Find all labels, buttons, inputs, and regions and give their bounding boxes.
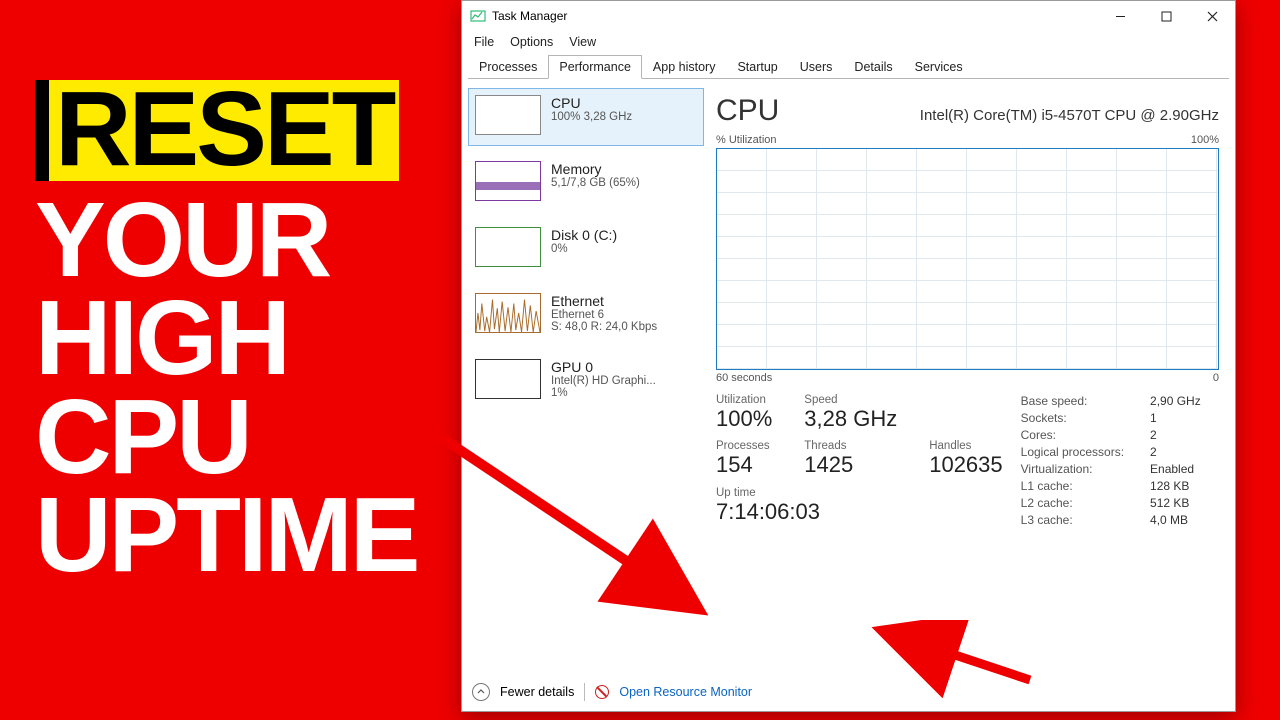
l2-cache-value: 512 KB xyxy=(1150,496,1201,510)
base-speed-value: 2,90 GHz xyxy=(1150,394,1201,408)
task-manager-window: Task Manager File Options View Processes… xyxy=(461,0,1236,712)
chart-label-br: 0 xyxy=(1213,372,1219,384)
l3-cache-value: 4,0 MB xyxy=(1150,513,1201,527)
handles-label: Handles xyxy=(929,440,1002,452)
no-entry-icon xyxy=(595,685,609,699)
sidebar-cpu-sub: 100% 3,28 GHz xyxy=(551,111,632,123)
l1-cache-label: L1 cache: xyxy=(1021,479,1124,493)
sidebar-memory-sub: 5,1/7,8 GB (65%) xyxy=(551,177,640,189)
utilization-value: 100% xyxy=(716,406,772,432)
uptime-label: Up time xyxy=(716,487,1003,499)
cpu-panel: CPU Intel(R) Core(TM) i5-4570T CPU @ 2.9… xyxy=(710,84,1235,527)
tab-app-history[interactable]: App history xyxy=(642,55,727,79)
tab-users[interactable]: Users xyxy=(789,55,844,79)
uptime-value: 7:14:06:03 xyxy=(716,499,1003,525)
tab-services[interactable]: Services xyxy=(904,55,974,79)
menubar: File Options View xyxy=(462,31,1235,53)
speed-value: 3,28 GHz xyxy=(804,406,897,432)
thumb-memory xyxy=(475,161,541,201)
logical-processors-label: Logical processors: xyxy=(1021,445,1124,459)
virtualization-value: Enabled xyxy=(1150,462,1201,476)
panel-title: CPU xyxy=(716,94,779,128)
sidebar-cpu-title: CPU xyxy=(551,95,632,111)
sockets-value: 1 xyxy=(1150,411,1201,425)
chart-label-bl: 60 seconds xyxy=(716,372,772,384)
thumbnail-headline: RESET YOUR HIGH CPU UPTIME xyxy=(35,80,455,585)
sidebar-gpu-sub1: Intel(R) HD Graphi... xyxy=(551,375,656,387)
headline-line-5: UPTIME xyxy=(35,486,455,585)
logical-processors-value: 2 xyxy=(1150,445,1201,459)
titlebar[interactable]: Task Manager xyxy=(462,1,1235,31)
cpu-model: Intel(R) Core(TM) i5-4570T CPU @ 2.90GHz xyxy=(920,107,1219,124)
thumb-ethernet xyxy=(475,293,541,333)
tab-startup[interactable]: Startup xyxy=(726,55,788,79)
sidebar-disk-sub: 0% xyxy=(551,243,617,255)
stats-left: Utilization 100% Speed 3,28 GHz Processe… xyxy=(716,394,1003,527)
sidebar-memory-title: Memory xyxy=(551,161,640,177)
thumb-disk xyxy=(475,227,541,267)
sidebar-disk-title: Disk 0 (C:) xyxy=(551,227,617,243)
sockets-label: Sockets: xyxy=(1021,411,1124,425)
base-speed-label: Base speed: xyxy=(1021,394,1124,408)
menu-file[interactable]: File xyxy=(474,35,494,49)
headline-highlight: RESET xyxy=(35,80,399,181)
headline-line-3: HIGH xyxy=(35,289,455,388)
sidebar-item-memory[interactable]: Memory 5,1/7,8 GB (65%) xyxy=(468,154,704,212)
processes-label: Processes xyxy=(716,440,772,452)
cores-label: Cores: xyxy=(1021,428,1124,442)
virtualization-label: Virtualization: xyxy=(1021,462,1124,476)
footer-divider xyxy=(584,683,585,701)
sidebar-gpu-title: GPU 0 xyxy=(551,359,656,375)
speed-label: Speed xyxy=(804,394,897,406)
sidebar-item-ethernet[interactable]: Ethernet Ethernet 6 S: 48,0 R: 24,0 Kbps xyxy=(468,286,704,344)
headline-line-1: RESET xyxy=(55,80,393,179)
minimize-button[interactable] xyxy=(1097,1,1143,31)
performance-sidebar: CPU 100% 3,28 GHz Memory 5,1/7,8 GB (65%… xyxy=(462,84,710,527)
processes-value: 154 xyxy=(716,452,772,478)
thumb-gpu xyxy=(475,359,541,399)
chart-label-tl: % Utilization xyxy=(716,134,777,146)
sidebar-eth-title: Ethernet xyxy=(551,293,657,309)
footer: Fewer details Open Resource Monitor xyxy=(472,683,752,701)
threads-value: 1425 xyxy=(804,452,897,478)
tab-performance[interactable]: Performance xyxy=(548,55,642,79)
l2-cache-label: L2 cache: xyxy=(1021,496,1124,510)
stats-right: Base speed: 2,90 GHz Sockets: 1 Cores: 2 Lo… xyxy=(1021,394,1201,527)
tab-processes[interactable]: Processes xyxy=(468,55,548,79)
headline-line-2: YOUR xyxy=(35,191,455,290)
sidebar-gpu-sub2: 1% xyxy=(551,387,656,399)
tabstrip: Processes Performance App history Startu… xyxy=(462,55,1235,79)
sidebar-item-gpu[interactable]: GPU 0 Intel(R) HD Graphi... 1% xyxy=(468,352,704,410)
utilization-label: Utilization xyxy=(716,394,772,406)
sidebar-eth-sub2: S: 48,0 R: 24,0 Kbps xyxy=(551,321,657,333)
tab-details[interactable]: Details xyxy=(843,55,903,79)
sidebar-item-cpu[interactable]: CPU 100% 3,28 GHz xyxy=(468,88,704,146)
open-resource-monitor-link[interactable]: Open Resource Monitor xyxy=(619,685,752,699)
sidebar-eth-sub1: Ethernet 6 xyxy=(551,309,657,321)
thumb-cpu xyxy=(475,95,541,135)
threads-label: Threads xyxy=(804,440,897,452)
l1-cache-value: 128 KB xyxy=(1150,479,1201,493)
menu-options[interactable]: Options xyxy=(510,35,553,49)
headline-line-4: CPU xyxy=(35,388,455,487)
utilization-chart[interactable] xyxy=(716,148,1219,370)
fewer-details-link[interactable]: Fewer details xyxy=(500,685,574,699)
l3-cache-label: L3 cache: xyxy=(1021,513,1124,527)
chevron-up-icon[interactable] xyxy=(472,683,490,701)
sidebar-item-disk[interactable]: Disk 0 (C:) 0% xyxy=(468,220,704,278)
app-icon xyxy=(470,8,486,24)
chart-label-tr: 100% xyxy=(1191,134,1219,146)
maximize-button[interactable] xyxy=(1143,1,1189,31)
cores-value: 2 xyxy=(1150,428,1201,442)
handles-value: 102635 xyxy=(929,452,1002,478)
window-title: Task Manager xyxy=(492,9,567,23)
menu-view[interactable]: View xyxy=(569,35,596,49)
close-button[interactable] xyxy=(1189,1,1235,31)
